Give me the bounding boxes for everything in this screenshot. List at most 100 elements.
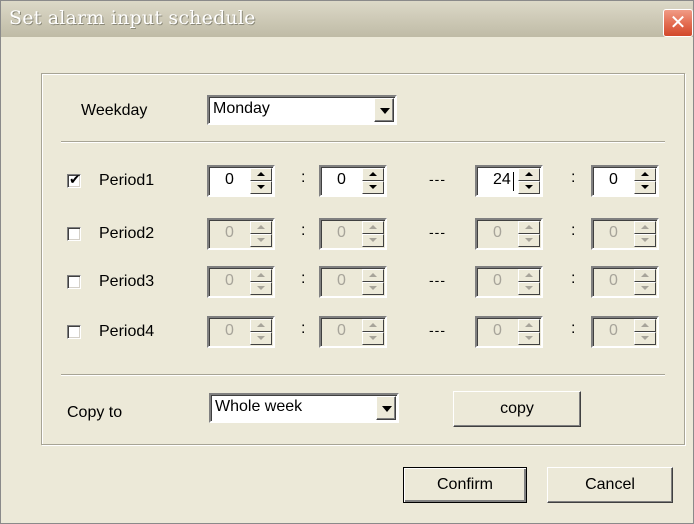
spin-down-button [634,332,656,345]
spinner-value: 0 [337,272,346,289]
copy-to-dropdown-button[interactable] [376,396,396,420]
period-checkbox[interactable] [67,227,81,241]
period-start-min-spinner: 0 [319,266,387,298]
text-caret [513,172,514,191]
arrow-up-icon [257,323,265,327]
period-end-hour-spinner[interactable]: 24 [475,165,543,197]
close-icon: ✕ [669,10,687,34]
time-colon: : [571,320,576,337]
spin-up-button [518,221,540,234]
period-end-min-spinner: 0 [591,266,659,298]
spinner-value: 0 [225,171,234,188]
spinner-value: 0 [493,224,502,241]
period-checkbox[interactable] [67,275,81,289]
arrow-down-icon [641,336,649,340]
range-dash: --- [429,171,446,187]
schedule-group-box [41,73,685,445]
spin-down-button [362,282,384,295]
cancel-button[interactable]: Cancel [547,467,673,503]
spin-down-button[interactable] [362,181,384,194]
period-end-hour-spinner: 0 [475,266,543,298]
spin-up-button [634,319,656,332]
spinner-value: 0 [609,272,618,289]
spinner-value: 0 [225,224,234,241]
arrow-up-icon [369,172,377,176]
spin-up-button [362,221,384,234]
period-end-min-spinner[interactable]: 0 [591,165,659,197]
spin-down-button [518,282,540,295]
arrow-up-icon [257,172,265,176]
spin-up-button[interactable] [250,168,272,181]
arrow-up-icon [369,323,377,327]
arrow-up-icon [257,273,265,277]
weekday-dropdown-button[interactable] [374,98,394,122]
period-label: Period2 [99,225,155,242]
period-start-min-spinner[interactable]: 0 [319,165,387,197]
copy-to-select[interactable]: Whole week [209,393,399,423]
period-label: Period3 [99,273,155,290]
period-end-hour-spinner: 0 [475,218,543,250]
spin-up-button [634,269,656,282]
arrow-down-icon [369,336,377,340]
time-colon: : [571,270,576,287]
spin-down-button [518,332,540,345]
spin-down-button [250,234,272,247]
spin-down-button[interactable] [634,181,656,194]
spin-down-button[interactable] [250,181,272,194]
weekday-label: Weekday [81,102,148,119]
spin-up-button[interactable] [634,168,656,181]
time-colon: : [571,169,576,186]
arrow-down-icon [641,185,649,189]
period-start-hour-spinner: 0 [207,316,275,348]
period-start-min-spinner: 0 [319,218,387,250]
spinner-value: 0 [225,272,234,289]
spin-down-button [362,332,384,345]
period-checkbox[interactable]: ✔ [67,172,81,188]
arrow-up-icon [525,172,533,176]
arrow-up-icon [369,273,377,277]
period-end-min-spinner: 0 [591,218,659,250]
arrow-up-icon [257,225,265,229]
arrow-up-icon [641,323,649,327]
arrow-down-icon [641,238,649,242]
copy-to-select-value: Whole week [215,398,303,415]
copy-button[interactable]: copy [453,391,581,427]
spinner-value: 0 [493,272,502,289]
spin-up-button [250,319,272,332]
check-icon: ✔ [69,172,81,188]
spin-up-button [362,269,384,282]
weekday-select[interactable]: Monday [207,95,397,125]
spin-up-button [250,269,272,282]
range-dash: --- [429,224,446,240]
period-checkbox[interactable] [67,325,81,339]
arrow-up-icon [369,225,377,229]
chevron-down-icon [382,406,392,412]
arrow-down-icon [257,336,265,340]
spin-down-button [518,234,540,247]
period-end-min-spinner: 0 [591,316,659,348]
spin-down-button [362,234,384,247]
spinner-value: 0 [609,322,618,339]
title-bar[interactable]: Set alarm input schedule ✕ [1,1,693,37]
spin-down-button[interactable] [518,181,540,194]
spin-up-button[interactable] [362,168,384,181]
spinner-value: 0 [609,224,618,241]
range-dash: --- [429,272,446,288]
arrow-up-icon [641,172,649,176]
spin-up-button[interactable] [518,168,540,181]
separator-bottom [61,374,665,376]
spin-up-button [250,221,272,234]
spin-up-button [362,319,384,332]
confirm-button[interactable]: Confirm [403,467,527,503]
spin-down-button [634,282,656,295]
arrow-down-icon [369,286,377,290]
arrow-down-icon [257,185,265,189]
range-dash: --- [429,322,446,338]
arrow-up-icon [641,273,649,277]
weekday-select-value: Monday [213,100,270,117]
spinner-value: 0 [609,171,618,188]
period-start-hour-spinner[interactable]: 0 [207,165,275,197]
close-button[interactable]: ✕ [663,9,693,37]
spinner-value: 0 [337,224,346,241]
arrow-down-icon [525,238,533,242]
